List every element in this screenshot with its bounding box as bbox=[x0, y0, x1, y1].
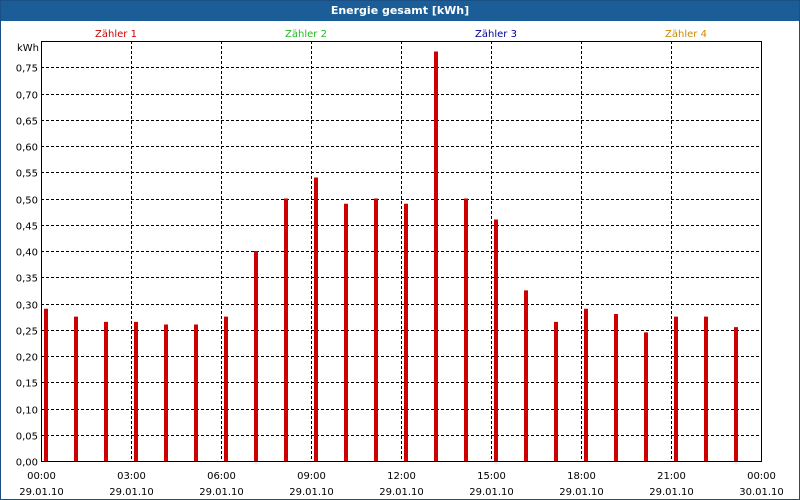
x-tick-date: 29.01.10 bbox=[469, 487, 514, 498]
x-tick-time: 06:00 bbox=[207, 471, 236, 482]
bar bbox=[404, 203, 408, 461]
x-tick-time: 00:00 bbox=[27, 471, 56, 482]
bar bbox=[614, 314, 618, 461]
y-tick-label: 0,35 bbox=[16, 274, 38, 285]
bar bbox=[314, 177, 318, 461]
bar bbox=[464, 198, 468, 461]
y-tick-label: 0,05 bbox=[16, 432, 38, 443]
x-tick-date: 29.01.10 bbox=[559, 487, 604, 498]
bar bbox=[644, 332, 648, 461]
legend-entry: Zähler 3 bbox=[475, 29, 517, 40]
x-tick-time: 00:00 bbox=[747, 471, 776, 482]
y-tick-label: 0,70 bbox=[16, 91, 38, 102]
y-tick-label: 0,60 bbox=[16, 143, 38, 154]
bar bbox=[584, 308, 588, 461]
bar bbox=[74, 316, 78, 461]
x-tick-time: 15:00 bbox=[477, 471, 506, 482]
legend-entry: Zähler 1 bbox=[95, 29, 137, 40]
y-tick-label: 0,40 bbox=[16, 248, 38, 259]
chart-window: Energie gesamt [kWh] Zähler 1 Zähler 2 Zäh… bbox=[0, 0, 800, 500]
bar bbox=[554, 321, 558, 461]
y-tick-label: 0,75 bbox=[16, 64, 38, 75]
bar bbox=[494, 219, 498, 461]
bar bbox=[434, 51, 438, 461]
bar bbox=[734, 327, 738, 461]
bar bbox=[194, 324, 198, 461]
y-tick-label: 0,65 bbox=[16, 117, 38, 128]
y-tick-label: 0,00 bbox=[16, 458, 38, 469]
y-tick-label: 0,50 bbox=[16, 196, 38, 207]
x-tick-time: 18:00 bbox=[567, 471, 596, 482]
y-tick-label: 0,20 bbox=[16, 353, 38, 364]
y-tick-label: 0,45 bbox=[16, 222, 38, 233]
bar bbox=[44, 308, 48, 461]
bar bbox=[134, 321, 138, 461]
bar bbox=[284, 198, 288, 461]
bar bbox=[524, 290, 528, 461]
y-axis-label: kWh bbox=[17, 43, 39, 54]
bar bbox=[674, 316, 678, 461]
bar bbox=[164, 324, 168, 461]
x-tick-time: 21:00 bbox=[657, 471, 686, 482]
x-tick-date: 30.01.10 bbox=[739, 487, 784, 498]
x-tick-date: 29.01.10 bbox=[199, 487, 244, 498]
y-tick-label: 0,15 bbox=[16, 379, 38, 390]
bar bbox=[254, 251, 258, 461]
legend-entry: Zähler 2 bbox=[285, 29, 327, 40]
bar bbox=[224, 316, 228, 461]
x-tick-date: 29.01.10 bbox=[649, 487, 694, 498]
bar bbox=[104, 321, 108, 461]
y-tick-label: 0,25 bbox=[16, 327, 38, 338]
x-tick-date: 29.01.10 bbox=[19, 487, 64, 498]
bar bbox=[374, 198, 378, 461]
bar bbox=[344, 203, 348, 461]
x-tick-date: 29.01.10 bbox=[379, 487, 424, 498]
x-tick-time: 09:00 bbox=[297, 471, 326, 482]
y-tick-label: 0,30 bbox=[16, 301, 38, 312]
y-tick-label: 0,55 bbox=[16, 169, 38, 180]
x-tick-date: 29.01.10 bbox=[289, 487, 334, 498]
x-tick-time: 12:00 bbox=[387, 471, 416, 482]
x-tick-time: 03:00 bbox=[117, 471, 146, 482]
bar bbox=[704, 316, 708, 461]
x-tick-date: 29.01.10 bbox=[109, 487, 154, 498]
y-tick-label: 0,10 bbox=[16, 406, 38, 417]
legend-entry: Zähler 4 bbox=[665, 29, 707, 40]
chart-svg: Zähler 1 Zähler 2 Zähler 3 Zähler 4 kWh 0,0… bbox=[16, 29, 784, 498]
